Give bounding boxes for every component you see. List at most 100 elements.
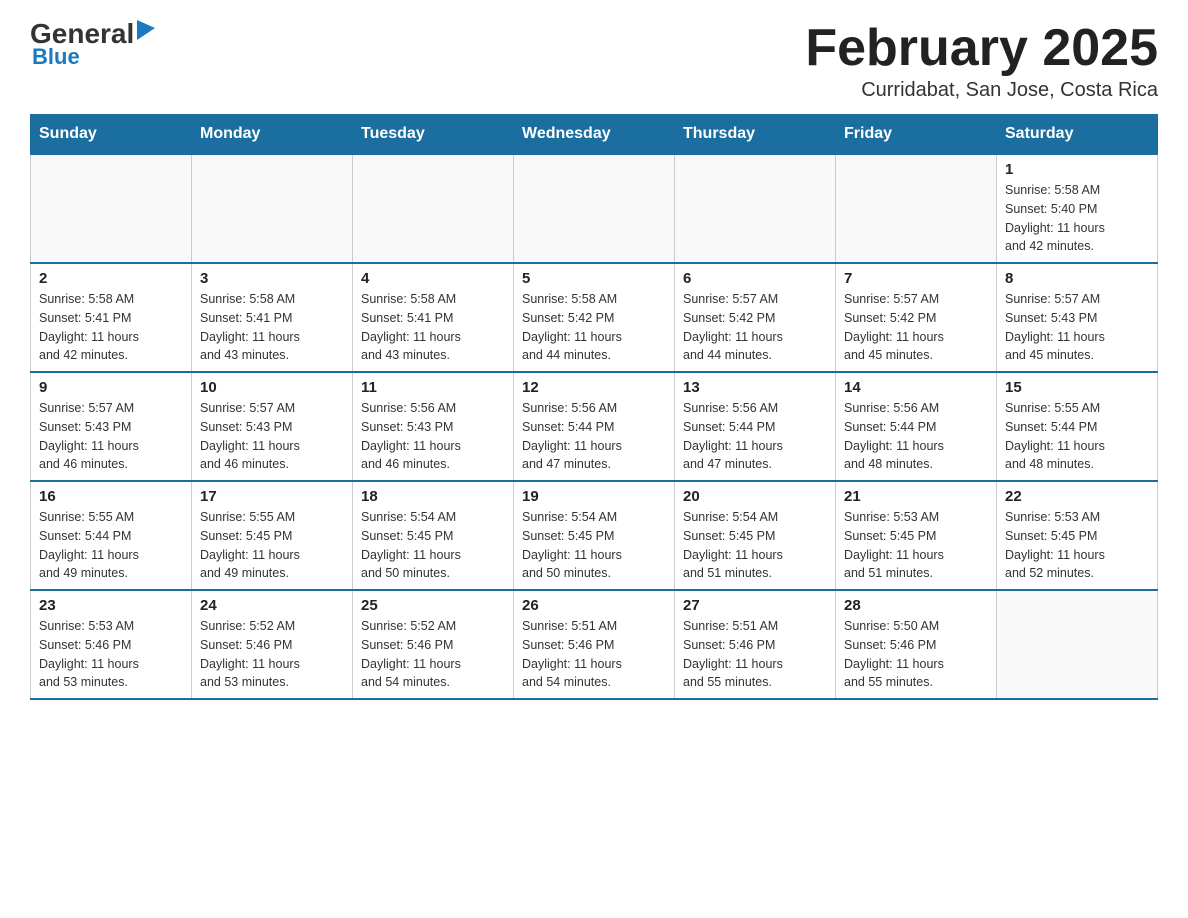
day-number: 20 xyxy=(683,488,827,505)
weekday-header-sunday: Sunday xyxy=(31,115,192,155)
day-number: 19 xyxy=(522,488,666,505)
day-number: 4 xyxy=(361,270,505,287)
calendar-cell: 17 Sunrise: 5:55 AMSunset: 5:45 PMDayligh… xyxy=(192,481,353,590)
calendar-header-row: SundayMondayTuesdayWednesdayThursdayFrid… xyxy=(31,115,1158,155)
day-info: Sunrise: 5:53 AMSunset: 5:45 PMDaylight:… xyxy=(1005,508,1149,583)
day-number: 28 xyxy=(844,597,988,614)
day-number: 17 xyxy=(200,488,344,505)
day-number: 8 xyxy=(1005,270,1149,287)
calendar-cell: 18Sunrise: 5:54 AMSunset: 5:45 PMDayligh… xyxy=(353,481,514,590)
day-number: 13 xyxy=(683,379,827,396)
day-number: 7 xyxy=(844,270,988,287)
day-number: 9 xyxy=(39,379,183,396)
day-info: Sunrise: 5:58 AMSunset: 5:40 PMDaylight:… xyxy=(1005,181,1149,256)
logo: General Blue xyxy=(30,20,155,70)
day-info: Sunrise: 5:58 AMSunset: 5:42 PMDaylight:… xyxy=(522,290,666,365)
calendar-cell: 21Sunrise: 5:53 AMSunset: 5:45 PMDayligh… xyxy=(836,481,997,590)
logo-blue-text: Blue xyxy=(32,44,80,70)
calendar-cell: 12 Sunrise: 5:56 AMSunset: 5:44 PMDayligh… xyxy=(514,372,675,481)
calendar-cell: 13 Sunrise: 5:56 AMSunset: 5:44 PMDayligh… xyxy=(675,372,836,481)
calendar-cell: 22 Sunrise: 5:53 AMSunset: 5:45 PMDayligh… xyxy=(997,481,1158,590)
day-info: Sunrise: 5:57 AMSunset: 5:43 PMDaylight:… xyxy=(200,399,344,474)
calendar-cell: 1 Sunrise: 5:58 AMSunset: 5:40 PMDaylight… xyxy=(997,154,1158,263)
day-info: Sunrise: 5:52 AMSunset: 5:46 PMDaylight:… xyxy=(361,617,505,692)
month-title: February 2025 xyxy=(805,20,1158,77)
day-number: 1 xyxy=(1005,161,1149,178)
calendar-cell xyxy=(192,154,353,263)
day-info: Sunrise: 5:50 AMSunset: 5:46 PMDaylight:… xyxy=(844,617,988,692)
day-info: Sunrise: 5:56 AMSunset: 5:44 PMDaylight:… xyxy=(522,399,666,474)
day-number: 23 xyxy=(39,597,183,614)
day-info: Sunrise: 5:53 AMSunset: 5:46 PMDaylight:… xyxy=(39,617,183,692)
calendar-cell: 23 Sunrise: 5:53 AMSunset: 5:46 PMDayligh… xyxy=(31,590,192,699)
calendar-cell: 20 Sunrise: 5:54 AMSunset: 5:45 PMDayligh… xyxy=(675,481,836,590)
weekday-header-tuesday: Tuesday xyxy=(353,115,514,155)
calendar-cell: 6 Sunrise: 5:57 AMSunset: 5:42 PMDaylight… xyxy=(675,263,836,372)
calendar-cell: 26 Sunrise: 5:51 AMSunset: 5:46 PMDayligh… xyxy=(514,590,675,699)
weekday-header-wednesday: Wednesday xyxy=(514,115,675,155)
calendar-cell xyxy=(353,154,514,263)
logo-arrow-icon xyxy=(137,20,155,45)
day-info: Sunrise: 5:57 AMSunset: 5:42 PMDaylight:… xyxy=(844,290,988,365)
calendar-cell: 28 Sunrise: 5:50 AMSunset: 5:46 PMDayligh… xyxy=(836,590,997,699)
calendar-table: SundayMondayTuesdayWednesdayThursdayFrid… xyxy=(30,114,1158,700)
day-number: 3 xyxy=(200,270,344,287)
day-info: Sunrise: 5:57 AMSunset: 5:43 PMDaylight:… xyxy=(1005,290,1149,365)
day-info: Sunrise: 5:51 AMSunset: 5:46 PMDaylight:… xyxy=(683,617,827,692)
calendar-week-row: 23 Sunrise: 5:53 AMSunset: 5:46 PMDayligh… xyxy=(31,590,1158,699)
day-number: 26 xyxy=(522,597,666,614)
day-number: 5 xyxy=(522,270,666,287)
weekday-header-monday: Monday xyxy=(192,115,353,155)
day-info: Sunrise: 5:52 AMSunset: 5:46 PMDaylight:… xyxy=(200,617,344,692)
day-info: Sunrise: 5:58 AMSunset: 5:41 PMDaylight:… xyxy=(361,290,505,365)
calendar-week-row: 1 Sunrise: 5:58 AMSunset: 5:40 PMDaylight… xyxy=(31,154,1158,263)
weekday-header-thursday: Thursday xyxy=(675,115,836,155)
day-number: 24 xyxy=(200,597,344,614)
day-number: 27 xyxy=(683,597,827,614)
weekday-header-friday: Friday xyxy=(836,115,997,155)
calendar-cell: 8 Sunrise: 5:57 AMSunset: 5:43 PMDaylight… xyxy=(997,263,1158,372)
calendar-cell xyxy=(836,154,997,263)
calendar-cell: 10 Sunrise: 5:57 AMSunset: 5:43 PMDayligh… xyxy=(192,372,353,481)
calendar-cell: 27 Sunrise: 5:51 AMSunset: 5:46 PMDayligh… xyxy=(675,590,836,699)
calendar-cell xyxy=(675,154,836,263)
day-number: 16 xyxy=(39,488,183,505)
day-info: Sunrise: 5:56 AMSunset: 5:44 PMDaylight:… xyxy=(683,399,827,474)
title-block: February 2025 Curridabat, San Jose, Cost… xyxy=(805,20,1158,102)
calendar-cell xyxy=(31,154,192,263)
day-info: Sunrise: 5:54 AMSunset: 5:45 PMDaylight:… xyxy=(522,508,666,583)
calendar-cell: 4 Sunrise: 5:58 AMSunset: 5:41 PMDaylight… xyxy=(353,263,514,372)
day-info: Sunrise: 5:57 AMSunset: 5:42 PMDaylight:… xyxy=(683,290,827,365)
day-info: Sunrise: 5:56 AMSunset: 5:44 PMDaylight:… xyxy=(844,399,988,474)
day-number: 15 xyxy=(1005,379,1149,396)
calendar-week-row: 2 Sunrise: 5:58 AMSunset: 5:41 PMDaylight… xyxy=(31,263,1158,372)
calendar-cell: 15 Sunrise: 5:55 AMSunset: 5:44 PMDayligh… xyxy=(997,372,1158,481)
day-info: Sunrise: 5:54 AMSunset: 5:45 PMDaylight:… xyxy=(683,508,827,583)
calendar-cell xyxy=(997,590,1158,699)
calendar-cell: 3 Sunrise: 5:58 AMSunset: 5:41 PMDaylight… xyxy=(192,263,353,372)
weekday-header-saturday: Saturday xyxy=(997,115,1158,155)
day-number: 14 xyxy=(844,379,988,396)
calendar-cell: 16 Sunrise: 5:55 AMSunset: 5:44 PMDayligh… xyxy=(31,481,192,590)
day-number: 10 xyxy=(200,379,344,396)
day-info: Sunrise: 5:55 AMSunset: 5:44 PMDaylight:… xyxy=(1005,399,1149,474)
day-info: Sunrise: 5:58 AMSunset: 5:41 PMDaylight:… xyxy=(200,290,344,365)
day-number: 18 xyxy=(361,488,505,505)
calendar-week-row: 9 Sunrise: 5:57 AMSunset: 5:43 PMDaylight… xyxy=(31,372,1158,481)
day-number: 6 xyxy=(683,270,827,287)
day-number: 12 xyxy=(522,379,666,396)
day-info: Sunrise: 5:51 AMSunset: 5:46 PMDaylight:… xyxy=(522,617,666,692)
day-number: 11 xyxy=(361,379,505,396)
day-number: 22 xyxy=(1005,488,1149,505)
day-number: 2 xyxy=(39,270,183,287)
day-info: Sunrise: 5:55 AMSunset: 5:44 PMDaylight:… xyxy=(39,508,183,583)
calendar-cell: 7 Sunrise: 5:57 AMSunset: 5:42 PMDaylight… xyxy=(836,263,997,372)
calendar-cell: 14 Sunrise: 5:56 AMSunset: 5:44 PMDayligh… xyxy=(836,372,997,481)
day-info: Sunrise: 5:57 AMSunset: 5:43 PMDaylight:… xyxy=(39,399,183,474)
day-info: Sunrise: 5:55 AMSunset: 5:45 PMDaylight:… xyxy=(200,508,344,583)
calendar-cell xyxy=(514,154,675,263)
day-info: Sunrise: 5:53 AMSunset: 5:45 PMDaylight:… xyxy=(844,508,988,583)
day-number: 25 xyxy=(361,597,505,614)
calendar-cell: 25 Sunrise: 5:52 AMSunset: 5:46 PMDayligh… xyxy=(353,590,514,699)
calendar-cell: 11Sunrise: 5:56 AMSunset: 5:43 PMDayligh… xyxy=(353,372,514,481)
